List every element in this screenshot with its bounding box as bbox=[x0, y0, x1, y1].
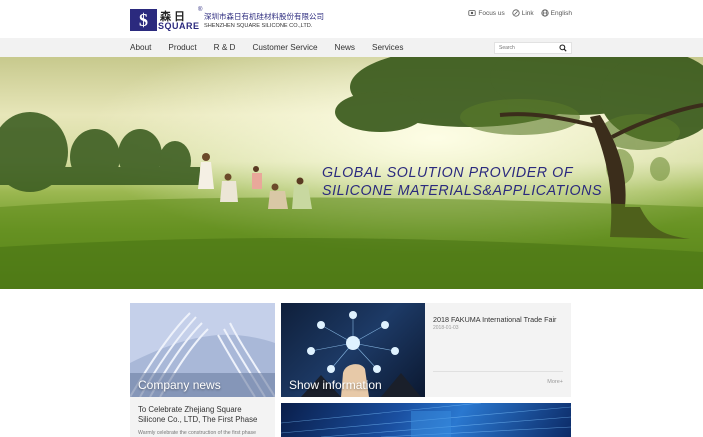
logo-s-mark: $ bbox=[130, 9, 157, 31]
company-name-en: SHENZHEN SQUARE SILICONE CO.,LTD. bbox=[204, 23, 313, 29]
nav-item-news[interactable]: News bbox=[335, 43, 355, 52]
news-item-card[interactable]: 2018 FAKUMA International Trade Fair 201… bbox=[425, 303, 571, 397]
globe-icon bbox=[541, 9, 549, 17]
company-news-card[interactable]: Company news bbox=[130, 303, 275, 397]
banner-slogan: GLOBAL SOLUTION PROVIDER OF SILICONE MAT… bbox=[322, 164, 602, 200]
company-name-cn: 深圳市森日有机硅材料股份有限公司 bbox=[204, 12, 324, 21]
main-nav: About Product R & D Customer Service New… bbox=[0, 38, 703, 57]
nav-item-customer-service[interactable]: Customer Service bbox=[252, 43, 317, 52]
company-logo[interactable]: $ 森日 SQUARE ® 深圳市森日有机硅材料股份有限公司 SHENZHEN … bbox=[130, 7, 324, 31]
nav-item-product[interactable]: Product bbox=[168, 43, 196, 52]
slogan-line-1: GLOBAL SOLUTION PROVIDER OF bbox=[322, 164, 574, 181]
search-box bbox=[494, 42, 572, 54]
logo-english: SQUARE bbox=[158, 21, 200, 31]
technology-banner[interactable] bbox=[281, 403, 571, 437]
divider bbox=[433, 371, 563, 372]
nav-items: About Product R & D Customer Service New… bbox=[130, 38, 420, 57]
search-icon[interactable] bbox=[559, 44, 567, 52]
show-information-card[interactable]: Show information bbox=[281, 303, 425, 397]
news-date: 2018-01-03 bbox=[433, 325, 459, 331]
company-name: 深圳市森日有机硅材料股份有限公司 SHENZHEN SQUARE SILICON… bbox=[204, 11, 324, 29]
nav-item-about[interactable]: About bbox=[130, 43, 151, 52]
hero-banner[interactable]: GLOBAL SOLUTION PROVIDER OF SILICONE MAT… bbox=[0, 57, 703, 289]
logo-badge: $ 森日 SQUARE ® bbox=[130, 7, 203, 31]
registered-mark: ® bbox=[198, 7, 203, 13]
link-label: Link bbox=[521, 9, 534, 17]
top-links: Focus us Link English bbox=[468, 9, 572, 17]
circuit-image bbox=[281, 403, 571, 437]
focus-us-label: Focus us bbox=[478, 9, 505, 17]
english-link[interactable]: English bbox=[541, 9, 572, 17]
nav-item-rnd[interactable]: R & D bbox=[214, 43, 236, 52]
slogan-line-2: SILICONE MATERIALS&APPLICATIONS bbox=[322, 182, 603, 199]
follow-icon bbox=[468, 10, 476, 16]
company-news-summary: Warmly celebrate the construction of the… bbox=[138, 430, 257, 436]
company-news-excerpt[interactable]: To Celebrate Zhejiang Square Silicone Co… bbox=[130, 397, 275, 437]
show-information-label: Show information bbox=[289, 378, 382, 392]
company-news-label: Company news bbox=[138, 378, 221, 392]
search-input[interactable] bbox=[495, 43, 559, 53]
company-news-title[interactable]: To Celebrate Zhejiang Square Silicone Co… bbox=[138, 405, 268, 424]
link-link[interactable]: Link bbox=[512, 9, 534, 17]
nav-item-services[interactable]: Services bbox=[372, 43, 403, 52]
english-label: English bbox=[550, 9, 572, 17]
focus-us-link[interactable]: Focus us bbox=[468, 9, 505, 17]
header: $ 森日 SQUARE ® 深圳市森日有机硅材料股份有限公司 SHENZHEN … bbox=[0, 0, 703, 38]
link-icon bbox=[512, 9, 520, 17]
news-title[interactable]: 2018 FAKUMA International Trade Fair bbox=[433, 315, 556, 324]
more-link[interactable]: More+ bbox=[547, 379, 563, 385]
